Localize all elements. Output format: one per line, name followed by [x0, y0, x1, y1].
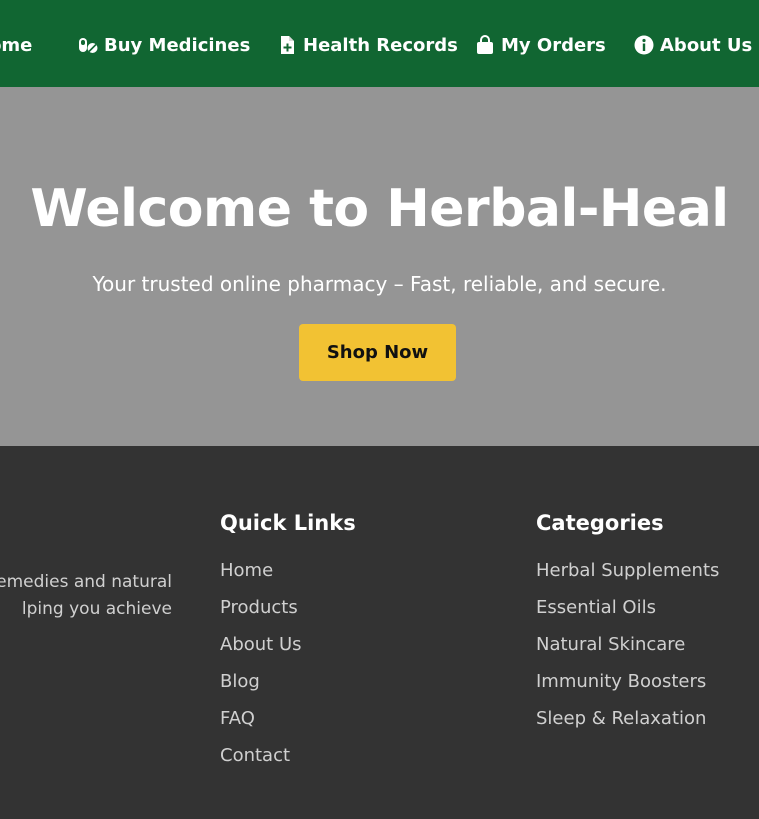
nav-my-orders-label: My Orders [501, 34, 606, 56]
footer-link-products[interactable]: Products [220, 597, 298, 618]
nav-health-records[interactable]: Health Records [277, 32, 458, 58]
hero-banner: Welcome to Herbal-Heal Your trusted onli… [0, 87, 759, 446]
top-navbar: Home Buy Medicines Health Records My Ord… [0, 0, 759, 87]
hero-subtitle: Your trusted online pharmacy – Fast, rel… [92, 272, 667, 296]
footer-link-faq[interactable]: FAQ [220, 708, 255, 729]
nav-about-us-label: About Us [660, 34, 753, 56]
category-sleep-relaxation[interactable]: Sleep & Relaxation [536, 708, 706, 729]
list-item: Sleep & Relaxation [536, 708, 719, 745]
list-item: Home [220, 560, 302, 597]
footer-link-blog[interactable]: Blog [220, 671, 260, 692]
list-item: Products [220, 597, 302, 634]
quick-links-heading: Quick Links [220, 511, 356, 535]
footer-about-line: lping you achieve [21, 599, 172, 619]
footer-link-home[interactable]: Home [220, 560, 273, 581]
pills-icon [78, 35, 98, 55]
nav-buy-medicines-label: Buy Medicines [104, 34, 251, 56]
footer-about-line: emedies and natural [0, 572, 172, 592]
list-item: Natural Skincare [536, 634, 719, 671]
nav-about-us[interactable]: About Us [634, 32, 752, 58]
nav-home-label: Home [0, 34, 33, 56]
shopping-bag-icon [475, 35, 495, 55]
nav-my-orders[interactable]: My Orders [475, 32, 606, 58]
footer: emedies and natural lping you achieve Qu… [0, 446, 759, 819]
category-immunity-boosters[interactable]: Immunity Boosters [536, 671, 706, 692]
nav-health-records-label: Health Records [303, 34, 458, 56]
quick-links-list: Home Products About Us Blog FAQ Contact [220, 560, 302, 782]
hero-title: Welcome to Herbal-Heal [30, 179, 729, 239]
nav-buy-medicines[interactable]: Buy Medicines [78, 32, 250, 58]
file-medical-icon [277, 35, 297, 55]
list-item: Herbal Supplements [536, 560, 719, 597]
list-item: Contact [220, 745, 302, 782]
list-item: Blog [220, 671, 302, 708]
category-natural-skincare[interactable]: Natural Skincare [536, 634, 685, 655]
list-item: Immunity Boosters [536, 671, 719, 708]
category-essential-oils[interactable]: Essential Oils [536, 597, 656, 618]
list-item: Essential Oils [536, 597, 719, 634]
list-item: FAQ [220, 708, 302, 745]
categories-list: Herbal Supplements Essential Oils Natura… [536, 560, 719, 745]
list-item: About Us [220, 634, 302, 671]
footer-link-contact[interactable]: Contact [220, 745, 290, 766]
info-circle-icon [634, 35, 654, 55]
categories-heading: Categories [536, 511, 664, 535]
category-herbal-supplements[interactable]: Herbal Supplements [536, 560, 719, 581]
footer-link-about-us[interactable]: About Us [220, 634, 302, 655]
footer-about-text: emedies and natural lping you achieve [0, 569, 172, 623]
nav-home[interactable]: Home [0, 32, 32, 58]
shop-now-button[interactable]: Shop Now [299, 324, 456, 381]
